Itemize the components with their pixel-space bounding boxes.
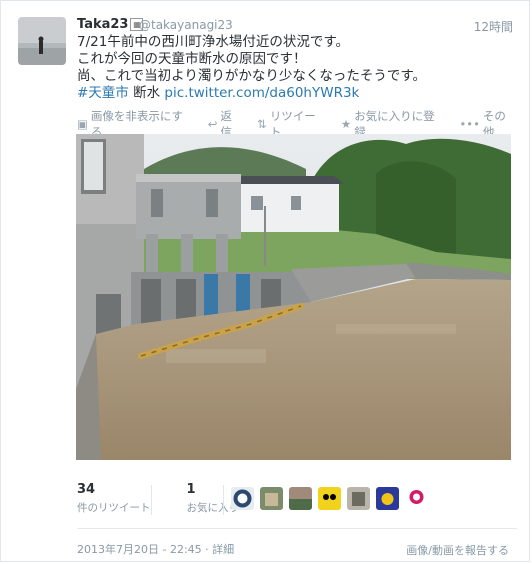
retweet-count-label: 件のリツイート <box>77 502 151 514</box>
favoriter-avatar[interactable] <box>347 487 370 510</box>
footer-separator: · <box>205 543 209 556</box>
pic-link[interactable]: pic.twitter.com/da60hYWR3k <box>164 85 359 101</box>
tweet-text-line: 尚、これで当初より濁りがかなり少なくなったそうです。 <box>77 68 426 84</box>
footer-divider <box>77 528 517 529</box>
tweet-text-line: これが今回の天童市断水の原因です！ <box>77 51 307 67</box>
favoriter-avatar[interactable] <box>405 487 428 510</box>
avatar[interactable] <box>18 17 66 65</box>
favoriter-avatars <box>231 487 434 510</box>
report-media-link[interactable]: 画像/動画を報告する <box>406 542 509 558</box>
star-icon: ★ <box>340 117 352 131</box>
retweet-icon: ⇅ <box>257 117 267 131</box>
favoriter-avatar[interactable] <box>376 487 399 510</box>
tweet-card: Taka23 ▦ @takayanagi23 12時間 7/21午前中の西川町浄水… <box>0 0 530 562</box>
ellipsis-icon: ••• <box>459 117 480 131</box>
tweet-photo[interactable] <box>76 134 511 460</box>
favoriter-avatar[interactable] <box>231 487 254 510</box>
tweet-footer: 2013年7月20日 - 22:45 · 詳細 <box>77 541 234 557</box>
user-name[interactable]: Taka23 ▦ <box>77 17 144 32</box>
stats-divider <box>151 485 152 515</box>
tweet-text-line: 7/21午前中の西川町浄水場付近の状況です。 <box>77 34 349 50</box>
tweet-text: 7/21午前中の西川町浄水場付近の状況です。 これが今回の天童市断水の原因です！… <box>77 34 517 102</box>
user-name-text[interactable]: Taka23 <box>77 17 128 32</box>
tweet-time[interactable]: 12時間 <box>474 18 513 35</box>
details-link[interactable]: 詳細 <box>212 543 234 556</box>
tweet-text-line: #天童市 断水 pic.twitter.com/da60hYWR3k <box>77 85 517 102</box>
favoriter-avatar[interactable] <box>289 487 312 510</box>
stats-divider <box>223 485 224 515</box>
favoriter-avatar[interactable] <box>260 487 283 510</box>
retweet-stat[interactable]: 34 件のリツイート <box>77 482 151 515</box>
retweet-count: 34 <box>77 482 96 497</box>
user-handle[interactable]: @takayanagi23 <box>139 18 233 32</box>
favoriter-avatar[interactable] <box>318 487 341 510</box>
reply-icon: ↩ <box>207 117 218 131</box>
image-icon: ▣ <box>77 117 88 131</box>
tweet-timestamp[interactable]: 2013年7月20日 - 22:45 <box>77 543 202 556</box>
tweet-word: 断水 <box>133 85 161 101</box>
hashtag-link[interactable]: #天童市 <box>77 85 129 101</box>
